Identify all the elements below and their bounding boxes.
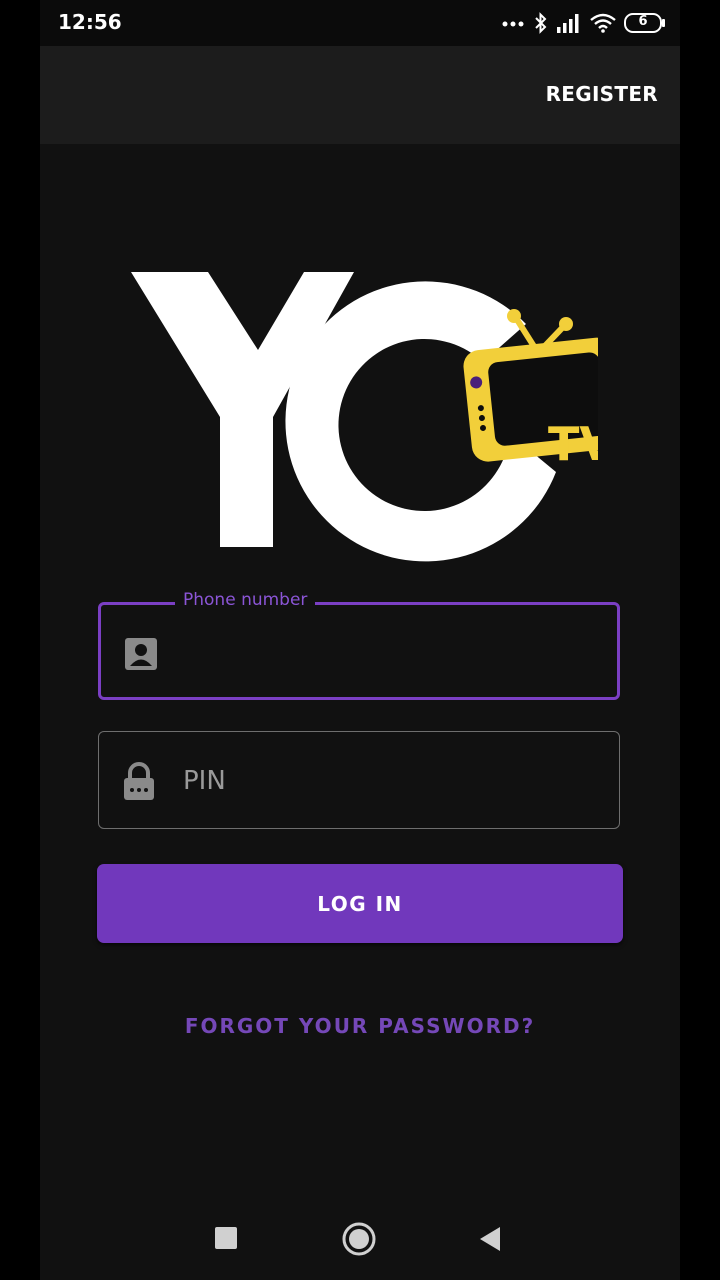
logo-tv-text: TV [548,417,598,471]
battery-level: 6 [638,14,648,29]
phone-number-field[interactable]: Phone number [98,590,620,700]
phone-number-input[interactable] [183,605,605,699]
pin-input[interactable] [181,732,607,830]
status-bar: 12:56 6 [40,0,680,46]
recents-square-icon[interactable] [214,1226,238,1250]
status-icons: 6 [502,10,666,36]
status-time: 12:56 [58,10,122,34]
battery-icon: 6 [624,13,666,33]
back-triangle-icon[interactable] [478,1226,502,1252]
wifi-icon [590,13,616,33]
home-circle-icon[interactable] [342,1222,376,1256]
bluetooth-icon [535,12,547,34]
signal-icon [557,14,579,33]
log-in-button[interactable]: LOG IN [97,864,623,943]
forgot-password-link[interactable]: FORGOT YOUR PASSWORD? [40,1014,680,1038]
login-screen: 12:56 6 REGISTER TV Phone number LOG IN … [40,0,680,1280]
lock-icon [124,762,154,800]
navigation-bar [40,1196,680,1280]
yctv-logo: TV [131,272,598,562]
register-button[interactable]: REGISTER [546,82,658,106]
pin-field[interactable] [98,731,620,830]
more-dots-icon [502,21,524,27]
contact-card-icon [125,638,157,670]
app-bar: REGISTER [40,46,680,144]
